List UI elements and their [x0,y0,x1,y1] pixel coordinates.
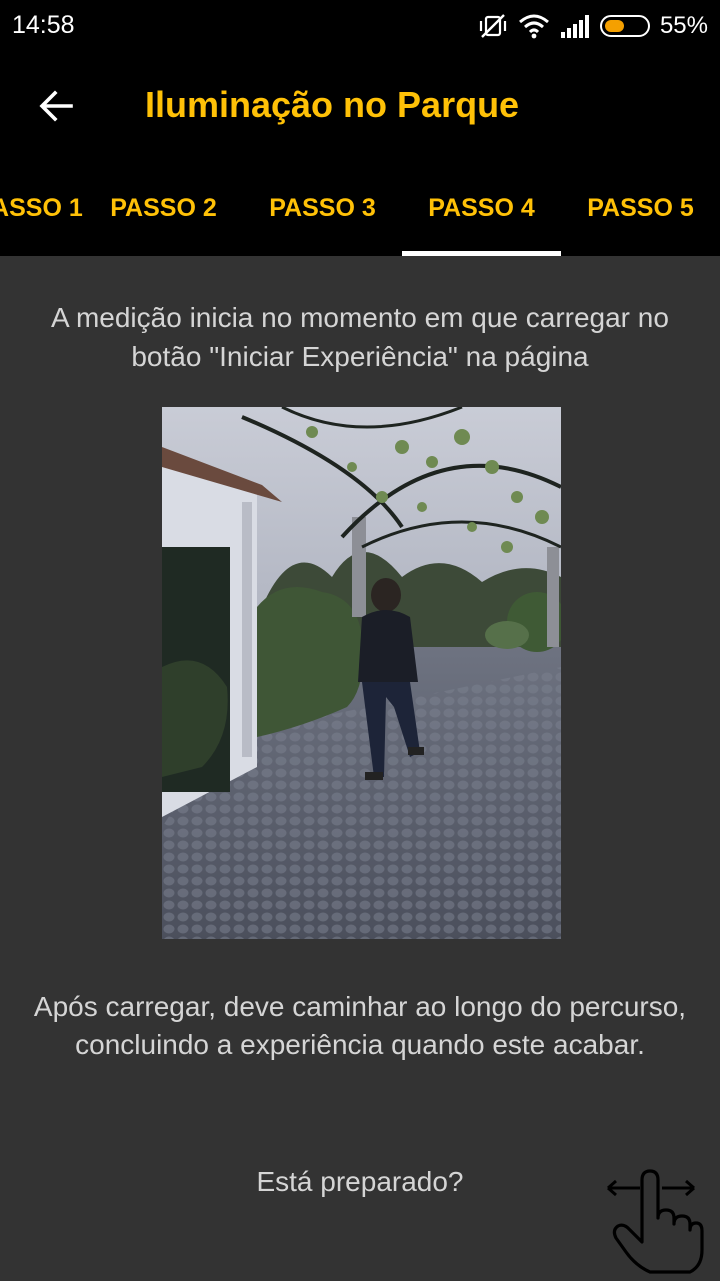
intro-text: A medição inicia no momento em que carre… [51,302,669,372]
battery-icon [599,15,650,37]
path-photo [162,407,561,939]
step-tabs: PASSO 1 PASSO 2 PASSO 3 PASSO 4 PASSO 5 [0,160,720,256]
back-button[interactable] [26,76,86,136]
tab-label: PASSO 4 [428,193,535,222]
swipe-horizontal-hand-icon [604,1168,704,1276]
tab-passo-3[interactable]: PASSO 3 [243,160,402,256]
tab-label: PASSO 1 [0,193,83,222]
instructions-text: Após carregar, deve caminhar ao longo do… [33,991,687,1060]
tab-passo-5[interactable]: PASSO 5 [561,160,720,256]
mute-vibrate-icon [478,12,508,40]
tab-passo-2[interactable]: PASSO 2 [84,160,243,256]
app-bar: Iluminação no Parque [0,52,720,160]
battery-percent: 55% [659,12,708,39]
tab-label: PASSO 3 [269,193,376,222]
signal-icon [560,14,590,38]
tab-label: PASSO 5 [587,193,694,222]
status-bar: 14:58 55% [0,0,720,52]
status-icons: 55% [478,10,708,42]
wifi-icon [518,13,550,39]
battery-level-fill [604,20,625,32]
status-time: 14:58 [12,11,75,39]
step-content: A medição inicia no momento em que carre… [0,256,720,1280]
tab-label: PASSO 2 [110,193,217,222]
arrow-back-icon [39,90,73,122]
page-title: Iluminação no Parque [145,84,520,125]
tab-passo-4[interactable]: PASSO 4 [402,160,561,256]
